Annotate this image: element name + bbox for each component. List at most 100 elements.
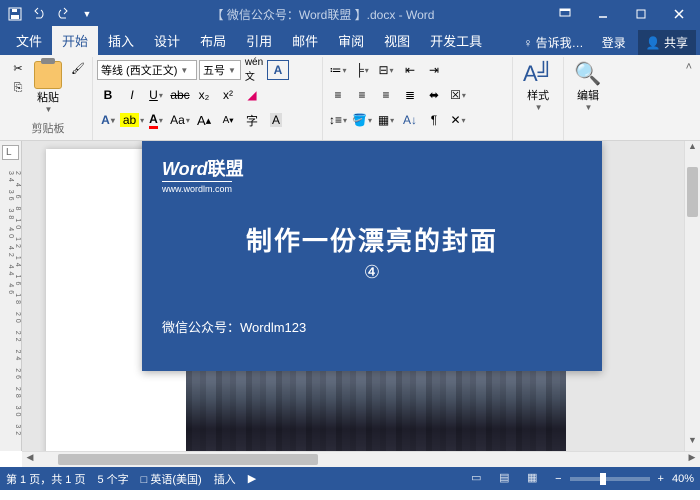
text-effects-icon[interactable]: A▾ <box>97 110 119 130</box>
vertical-scrollbar[interactable]: ▲ ▼ <box>684 141 700 451</box>
tab-design[interactable]: 设计 <box>144 26 190 55</box>
font-size-combo[interactable]: 五号▼ <box>199 60 241 80</box>
qat-customize-icon[interactable]: ▼ <box>76 3 98 25</box>
print-layout-icon[interactable]: ▤ <box>499 471 519 487</box>
tab-insert[interactable]: 插入 <box>98 26 144 55</box>
tab-review[interactable]: 审阅 <box>328 26 374 55</box>
canvas[interactable]: Word联盟 www.wordlm.com 制作一份漂亮的封面 ④ 微信公众号：… <box>22 141 684 451</box>
hscroll-thumb[interactable] <box>58 454 318 465</box>
scroll-right-icon[interactable]: ▶ <box>684 452 700 467</box>
zoom-in-icon[interactable]: + <box>658 473 664 485</box>
tab-file[interactable]: 文件 <box>6 26 52 55</box>
insert-mode[interactable]: 插入 <box>214 471 236 487</box>
superscript-button[interactable]: x² <box>217 85 239 105</box>
line-spacing-icon[interactable]: ↕≡▾ <box>327 110 349 130</box>
tab-layout[interactable]: 布局 <box>190 26 236 55</box>
hscroll-track[interactable] <box>38 452 684 467</box>
maximize-icon[interactable] <box>624 2 658 26</box>
enclose-char-icon[interactable]: 字 <box>241 110 263 130</box>
tab-home[interactable]: 开始 <box>52 26 98 55</box>
styles-label: 样式 <box>527 87 549 103</box>
group-font: 等线 (西文正文)▼ 五号▼ wén文 A B I U▾ abc x₂ x² ◢… <box>93 57 323 140</box>
phonetic-guide-icon[interactable]: wén文 <box>243 60 265 80</box>
styles-icon: A╝ <box>523 61 553 87</box>
multilevel-icon[interactable]: ⊟▾ <box>375 60 397 80</box>
vscroll-track[interactable] <box>685 157 700 435</box>
redo-icon[interactable] <box>52 3 74 25</box>
share-button[interactable]: 👤 共享 <box>638 30 696 55</box>
numbering-icon[interactable]: ╞▾ <box>351 60 373 80</box>
font-name-combo[interactable]: 等线 (西文正文)▼ <box>97 60 197 80</box>
close-icon[interactable] <box>662 2 696 26</box>
undo-icon[interactable] <box>28 3 50 25</box>
character-border-icon[interactable]: A <box>267 60 289 80</box>
zoom-slider[interactable] <box>570 477 650 481</box>
language-status[interactable]: □ 英语(美国) <box>141 471 202 487</box>
paste-icon <box>34 61 62 89</box>
change-case-icon[interactable]: Aa▾ <box>169 110 191 130</box>
cover-overlay[interactable]: Word联盟 www.wordlm.com 制作一份漂亮的封面 ④ 微信公众号：… <box>142 141 602 371</box>
bullets-icon[interactable]: ≔▾ <box>327 60 349 80</box>
asian-layout-icon[interactable]: ✕▾ <box>447 110 469 130</box>
save-icon[interactable] <box>4 3 26 25</box>
zoom-out-icon[interactable]: − <box>555 473 561 485</box>
city-image[interactable] <box>186 369 566 451</box>
web-layout-icon[interactable]: ▦ <box>527 471 547 487</box>
tab-selector[interactable]: L <box>2 145 19 160</box>
char-shading-icon[interactable]: A <box>265 110 287 130</box>
paste-button[interactable]: 粘贴 ▼ <box>30 59 66 118</box>
word-count[interactable]: 5 个字 <box>97 471 128 487</box>
decrease-indent-icon[interactable]: ⇤ <box>399 60 421 80</box>
tab-view[interactable]: 视图 <box>374 26 420 55</box>
read-mode-icon[interactable]: ▭ <box>471 471 491 487</box>
styles-button[interactable]: A╝ 样式 ▼ <box>517 59 559 138</box>
tell-me[interactable]: ♀ 告诉我… <box>517 30 589 55</box>
vscroll-thumb[interactable] <box>687 167 698 217</box>
group-styles: A╝ 样式 ▼ <box>513 57 564 140</box>
justify-icon[interactable]: ≣ <box>399 85 421 105</box>
align-right-icon[interactable]: ≡ <box>375 85 397 105</box>
macro-icon[interactable]: ▶ <box>248 472 256 485</box>
align-center-icon[interactable]: ≡ <box>351 85 373 105</box>
italic-button[interactable]: I <box>121 85 143 105</box>
underline-button[interactable]: U▾ <box>145 85 167 105</box>
borders-icon[interactable]: ▦▾ <box>375 110 397 130</box>
editing-button[interactable]: 🔍 编辑 ▼ <box>568 59 607 138</box>
login-button[interactable]: 登录 <box>596 30 632 55</box>
highlight-icon[interactable]: ab▾ <box>121 110 143 130</box>
horizontal-scrollbar[interactable]: ◀ ▶ <box>22 451 700 467</box>
minimize-icon[interactable] <box>586 2 620 26</box>
zoom-handle[interactable] <box>600 473 606 485</box>
tab-developer[interactable]: 开发工具 <box>420 26 492 55</box>
scroll-down-icon[interactable]: ▼ <box>685 435 700 451</box>
subscript-button[interactable]: x₂ <box>193 85 215 105</box>
copy-icon[interactable]: ⎘ <box>8 79 28 97</box>
scroll-left-icon[interactable]: ◀ <box>22 452 38 467</box>
increase-indent-icon[interactable]: ⇥ <box>423 60 445 80</box>
show-marks-icon[interactable]: ¶ <box>423 110 445 130</box>
align-left-icon[interactable]: ≡ <box>327 85 349 105</box>
distribute-icon[interactable]: ⬌ <box>423 85 445 105</box>
format-painter-icon[interactable]: 🖌 <box>68 59 88 77</box>
strikethrough-button[interactable]: abc <box>169 85 191 105</box>
clear-format-icon[interactable]: ◢ <box>241 85 263 105</box>
sort-icon[interactable]: A↓ <box>399 110 421 130</box>
page-status[interactable]: 第 1 页，共 1 页 <box>6 471 85 487</box>
font-color-icon[interactable]: A▾ <box>145 110 167 130</box>
scroll-up-icon[interactable]: ▲ <box>685 141 700 157</box>
find-icon: 🔍 <box>574 61 601 87</box>
shrink-font-icon[interactable]: A▾ <box>217 110 239 130</box>
tab-references[interactable]: 引用 <box>236 26 282 55</box>
tab-mailings[interactable]: 邮件 <box>282 26 328 55</box>
vertical-ruler[interactable]: L 2 4 6 8 10 12 14 16 18 20 22 24 26 28 … <box>0 141 22 451</box>
bold-button[interactable]: B <box>97 85 119 105</box>
grow-font-icon[interactable]: A▴ <box>193 110 215 130</box>
cut-icon[interactable]: ✂ <box>8 59 28 77</box>
zoom-value[interactable]: 40% <box>672 473 694 485</box>
collapse-ribbon-icon[interactable]: ˄ <box>682 57 696 140</box>
shading-icon[interactable]: 🪣▾ <box>351 110 373 130</box>
group-editing: 🔍 编辑 ▼ <box>564 57 611 140</box>
snap-grid-icon[interactable]: ☒▾ <box>447 85 469 105</box>
ribbon-options-icon[interactable] <box>548 2 582 26</box>
title-bar: ▼ 【 微信公众号：Word联盟 】.docx - Word <box>0 0 700 28</box>
